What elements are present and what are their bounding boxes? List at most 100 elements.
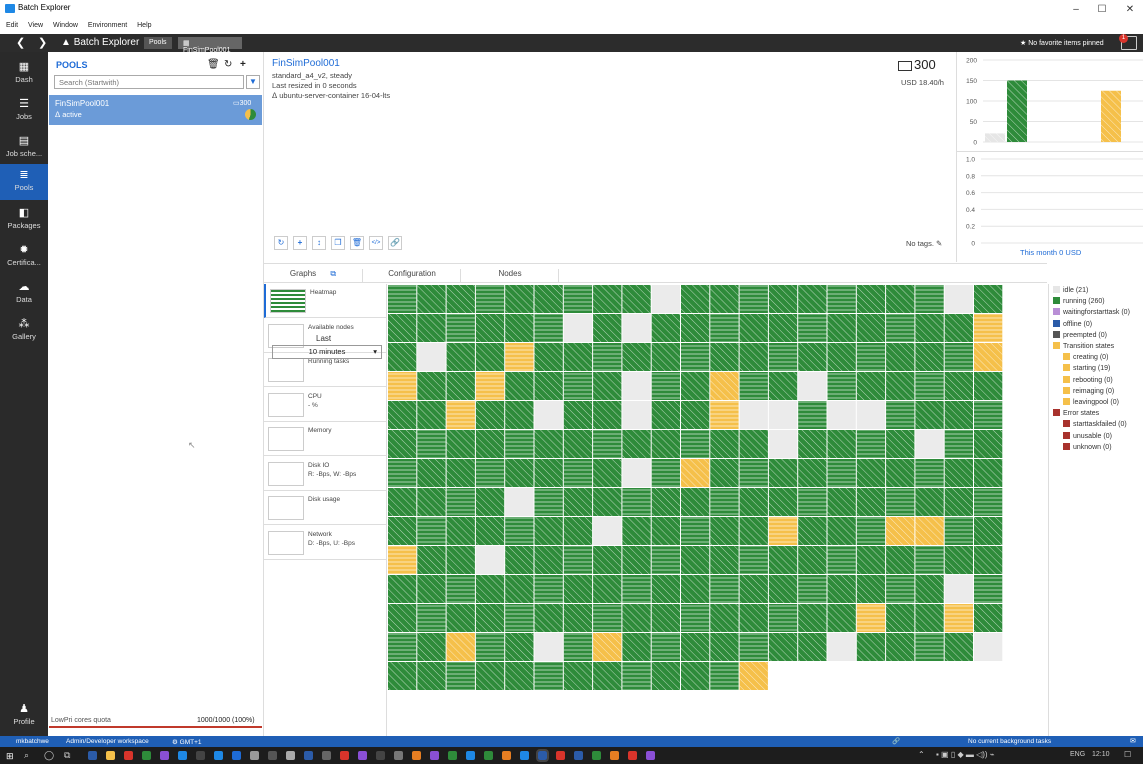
sidebar-item-gallery[interactable]: ⁂ Gallery (0, 313, 48, 349)
app-icon[interactable] (268, 751, 277, 760)
app-icon[interactable] (160, 751, 169, 760)
app-icon[interactable] (610, 751, 619, 760)
close-button[interactable]: ✕ (1120, 4, 1140, 15)
app-icon[interactable] (556, 751, 565, 760)
heatmap-node[interactable] (856, 401, 886, 429)
popout-icon[interactable]: ⧉ (330, 269, 336, 278)
heatmap-node[interactable] (739, 401, 768, 429)
heatmap-node[interactable] (475, 546, 505, 574)
heatmap-node[interactable] (768, 401, 798, 429)
clock[interactable]: 12:10 (1092, 751, 1110, 758)
status-workspace[interactable]: Admin/Developer workspace (66, 738, 149, 745)
clone-button[interactable]: ❐ (331, 236, 345, 250)
search-input[interactable] (54, 75, 244, 89)
add-icon[interactable]: + (240, 59, 246, 70)
heatmap-node[interactable] (974, 633, 1003, 661)
app-icon[interactable] (376, 751, 385, 760)
heatmap-node[interactable] (622, 314, 651, 342)
menu-view[interactable]: View (28, 22, 43, 29)
menu-environment[interactable]: Environment (88, 22, 127, 29)
app-icon[interactable] (304, 751, 313, 760)
graph-item-disk-usage[interactable]: Disk usage (264, 491, 387, 525)
task-view-icon[interactable]: ⧉ (64, 750, 70, 761)
sidebar-item-dash[interactable]: ▦ Dash (0, 56, 48, 92)
app-icon[interactable] (574, 751, 583, 760)
app-icon[interactable] (286, 751, 295, 760)
status-timezone[interactable]: ⚙ GMT+1 (172, 738, 202, 746)
heatmap-node[interactable] (798, 372, 827, 400)
app-icon[interactable] (520, 751, 529, 760)
app-icon-active[interactable] (536, 749, 549, 762)
menu-window[interactable]: Window (53, 22, 78, 29)
heatmap-node[interactable] (622, 401, 651, 429)
app-icon[interactable] (322, 751, 331, 760)
app-icon[interactable] (232, 751, 241, 760)
app-icon[interactable] (466, 751, 475, 760)
status-user[interactable]: mkbatchwe (16, 738, 49, 745)
tray-chevron-icon[interactable]: ⌃ (918, 750, 925, 759)
menu-help[interactable]: Help (137, 22, 151, 29)
graph-item-disk-io[interactable]: Disk IO R: -Bps, W: -Bps (264, 457, 387, 491)
refresh-button[interactable]: ↻ (274, 236, 288, 250)
app-icon[interactable] (646, 751, 655, 760)
heatmap-node[interactable] (534, 401, 563, 429)
breadcrumb-pool[interactable]: ▦ FinSimPool001 (178, 37, 242, 54)
app-icon[interactable] (178, 751, 187, 760)
app-icon[interactable] (358, 751, 367, 760)
heatmap-node[interactable] (915, 430, 944, 458)
heatmap-node[interactable] (622, 459, 651, 487)
minimize-button[interactable]: – (1066, 4, 1086, 15)
sidebar-item-job-schedules[interactable]: ▤ Job sche... (0, 130, 48, 166)
heatmap-node[interactable] (827, 633, 856, 661)
app-icon[interactable] (484, 751, 493, 760)
app-icon[interactable] (592, 751, 601, 760)
tab-configuration[interactable]: Configuration (364, 269, 461, 283)
app-icon[interactable] (628, 751, 637, 760)
status-background-tasks[interactable]: No current background tasks (968, 738, 1051, 745)
heatmap-node[interactable] (417, 343, 446, 371)
heatmap-node[interactable] (563, 314, 593, 342)
sidebar-item-jobs[interactable]: ☰ Jobs (0, 93, 48, 129)
windows-start-icon[interactable]: ⊞ (6, 751, 14, 762)
filter-icon[interactable]: ▼ (246, 75, 260, 89)
action-center-icon[interactable]: ☐ (1124, 750, 1131, 759)
link-button[interactable]: 🔗 (388, 236, 402, 250)
heatmap-node[interactable] (651, 285, 680, 313)
heatmap-node[interactable] (944, 575, 973, 603)
heatmap-node[interactable] (593, 517, 622, 545)
app-icon[interactable] (430, 751, 439, 760)
heatmap-node[interactable] (768, 430, 798, 458)
tray-icons[interactable]: ▪ ▣ ▯ ◆ ▬ ◁)) ⌁ (936, 750, 995, 759)
delete-button[interactable]: 🗑 (350, 236, 364, 250)
maximize-button[interactable]: ☐ (1092, 4, 1112, 15)
add-job-button[interactable]: + (293, 236, 307, 250)
app-icon[interactable] (196, 751, 205, 760)
sidebar-item-packages[interactable]: ◧ Packages (0, 202, 48, 238)
sidebar-item-profile[interactable]: ♟ Profile (0, 698, 48, 734)
heatmap-node[interactable] (534, 633, 563, 661)
language-indicator[interactable]: ENG (1070, 751, 1085, 758)
forward-arrow-icon[interactable]: ❯ (38, 36, 47, 49)
delete-icon[interactable]: 🗑 (207, 59, 220, 70)
tags-label[interactable]: No tags. ✎ (906, 239, 942, 248)
favorites-label[interactable]: ★ No favorite items pinned (1020, 39, 1104, 47)
app-icon[interactable] (448, 751, 457, 760)
heatmap-node[interactable] (944, 285, 973, 313)
sidebar-item-pools[interactable]: ≣ Pools (0, 164, 48, 200)
heatmap-node[interactable] (505, 488, 534, 516)
app-icon[interactable] (88, 751, 97, 760)
cortana-icon[interactable]: ◯ (44, 750, 54, 761)
cost-link[interactable]: This month 0 USD (1020, 248, 1081, 257)
pool-list-item[interactable]: FinSimPool001 ⵠ active ▭300 (49, 95, 262, 125)
back-arrow-icon[interactable]: ❮ (16, 36, 25, 49)
graph-item-memory[interactable]: Memory (264, 422, 387, 456)
app-icon[interactable] (340, 751, 349, 760)
app-icon[interactable] (394, 751, 403, 760)
browser-icon[interactable] (124, 751, 133, 760)
heatmap-node[interactable] (827, 401, 856, 429)
app-icon[interactable] (142, 751, 151, 760)
tab-graphs[interactable]: Graphs ⧉ (264, 269, 363, 283)
feedback-icon[interactable]: ✉ (1130, 737, 1136, 745)
sidebar-item-data[interactable]: ☁ Data (0, 276, 48, 312)
app-icon[interactable] (214, 751, 223, 760)
